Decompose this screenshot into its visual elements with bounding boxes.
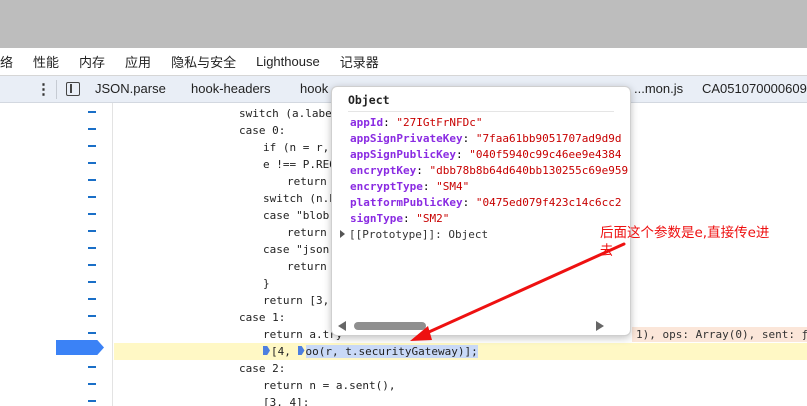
tab-memory[interactable]: 内存 bbox=[79, 52, 105, 71]
code-text: case "blob" bbox=[263, 209, 336, 222]
line-marker[interactable] bbox=[88, 281, 96, 283]
code-text: [4, oo(r, t.securityGateway)]; bbox=[263, 343, 478, 360]
code-text: [4, bbox=[271, 345, 298, 358]
line-marker[interactable] bbox=[88, 230, 96, 232]
property-value: "7faa61bb9051707ad9d9d bbox=[475, 132, 622, 145]
property-value: "dbb78b8b64d640bb130255c69e959 bbox=[429, 164, 629, 177]
code-line: [3, 4]; bbox=[114, 394, 807, 406]
line-marker[interactable] bbox=[88, 298, 96, 300]
scroll-right-icon[interactable] bbox=[596, 321, 604, 331]
property-value: "SM2" bbox=[416, 212, 450, 225]
code-text: t.securityGateway)]; bbox=[345, 345, 478, 358]
devtools-panel-tabs: 络 性能 内存 应用 隐私与安全 Lighthouse 记录器 bbox=[0, 48, 807, 76]
code-text: if (n = r, bbox=[263, 141, 330, 154]
breakpoint-icon[interactable] bbox=[297, 346, 305, 355]
property-value: "27IGtFrNFDc" bbox=[396, 116, 483, 129]
property-row: signType: "SM2" bbox=[350, 212, 450, 225]
code-text: return bbox=[287, 260, 327, 273]
scrollbar-thumb[interactable] bbox=[354, 322, 426, 330]
line-marker[interactable] bbox=[88, 366, 96, 368]
tab-privacy-security[interactable]: 隐私与安全 bbox=[171, 52, 236, 71]
prototype-row[interactable]: [[Prototype]]: Object bbox=[340, 228, 488, 241]
property-key: appId bbox=[350, 116, 384, 129]
inline-values: 1), ops: Array(0), sent: ƒ} bbox=[632, 327, 807, 342]
code-text: case 0: bbox=[239, 124, 286, 137]
execution-pointer[interactable] bbox=[56, 340, 104, 355]
code-text: return bbox=[287, 175, 327, 188]
line-marker[interactable] bbox=[88, 162, 96, 164]
line-marker[interactable] bbox=[88, 264, 96, 266]
line-marker[interactable] bbox=[88, 128, 96, 130]
property-key: encryptType bbox=[350, 180, 423, 193]
property-row: appId: "27IGtFrNFDc" bbox=[350, 116, 483, 129]
line-marker[interactable] bbox=[88, 111, 96, 113]
line-marker[interactable] bbox=[88, 315, 96, 317]
code-text: case "json" bbox=[263, 243, 336, 256]
popover-title: Object bbox=[348, 93, 390, 107]
property-value: "040f5940c99c46ee9e4384 bbox=[469, 148, 622, 161]
property-row: encryptKey: "dbb78b8b64d640bb130255c69e9… bbox=[350, 164, 629, 177]
tab-ca-file[interactable]: CA0510700006093 bbox=[702, 81, 807, 96]
code-text: return bbox=[287, 226, 327, 239]
tab-network[interactable]: 络 bbox=[0, 52, 13, 71]
tab-application[interactable]: 应用 bbox=[125, 52, 151, 71]
line-marker[interactable] bbox=[88, 196, 96, 198]
code-text: switch (a.label) bbox=[239, 107, 345, 120]
scroll-left-icon[interactable] bbox=[338, 321, 346, 331]
line-marker[interactable] bbox=[88, 332, 96, 334]
breakpoint-icon[interactable] bbox=[263, 346, 270, 355]
divider bbox=[348, 111, 614, 112]
tab-performance[interactable]: 性能 bbox=[33, 52, 59, 71]
code-line: case 2: bbox=[114, 360, 807, 377]
line-marker[interactable] bbox=[88, 247, 96, 249]
tab-lighthouse[interactable]: Lighthouse bbox=[256, 54, 320, 69]
tab-json-parse[interactable]: JSON.parse bbox=[95, 81, 166, 96]
browser-top-area bbox=[0, 0, 807, 48]
sidebar-toggle-icon[interactable] bbox=[66, 82, 80, 96]
line-marker[interactable] bbox=[88, 213, 96, 215]
tab-common-js[interactable]: ...mon.js bbox=[634, 81, 683, 96]
property-value: "SM4" bbox=[436, 180, 470, 193]
horizontal-scrollbar[interactable] bbox=[336, 319, 626, 333]
line-marker[interactable] bbox=[88, 179, 96, 181]
property-key: encryptKey bbox=[350, 164, 417, 177]
code-text: return n = a.sent(), bbox=[263, 379, 396, 392]
property-row: platformPublicKey: "0475ed079f423c14c6cc… bbox=[350, 196, 622, 209]
paused-line: [4, oo(r, t.securityGateway)]; bbox=[114, 343, 807, 360]
code-text: case 2: bbox=[239, 362, 286, 375]
object-preview-popover[interactable]: Object appId: "27IGtFrNFDc" appSignPriva… bbox=[331, 86, 631, 336]
prototype-label: [[Prototype]]: Object bbox=[349, 228, 489, 241]
property-row: appSignPublicKey: "040f5940c99c46ee9e438… bbox=[350, 148, 622, 161]
property-row: appSignPrivateKey: "7faa61bb9051707ad9d9… bbox=[350, 132, 622, 145]
line-marker[interactable] bbox=[88, 400, 96, 402]
code-text: } bbox=[263, 277, 270, 290]
property-key: signType bbox=[350, 212, 403, 225]
expand-triangle-icon[interactable] bbox=[340, 230, 345, 238]
tab-hook-headers[interactable]: hook-headers bbox=[191, 81, 271, 96]
more-options-icon[interactable]: ⋮ bbox=[36, 80, 51, 98]
property-key: appSignPublicKey bbox=[350, 148, 456, 161]
property-key: appSignPrivateKey bbox=[350, 132, 463, 145]
code-text: [3, 4]; bbox=[263, 396, 310, 406]
tab-recorder[interactable]: 记录器 bbox=[340, 52, 379, 71]
divider bbox=[56, 80, 57, 99]
tab-hook[interactable]: hook bbox=[300, 81, 328, 96]
line-marker[interactable] bbox=[88, 383, 96, 385]
property-value: "0475ed079f423c14c6cc2 bbox=[475, 196, 622, 209]
code-text: oo(r, bbox=[305, 345, 346, 358]
property-row: encryptType: "SM4" bbox=[350, 180, 470, 193]
annotation-text: 后面这个参数是e,直接传e进去 bbox=[600, 225, 770, 259]
property-key: platformPublicKey bbox=[350, 196, 463, 209]
line-gutter bbox=[0, 103, 113, 406]
code-text: case 1: bbox=[239, 311, 286, 324]
code-line: return n = a.sent(), bbox=[114, 377, 807, 394]
line-marker[interactable] bbox=[88, 145, 96, 147]
